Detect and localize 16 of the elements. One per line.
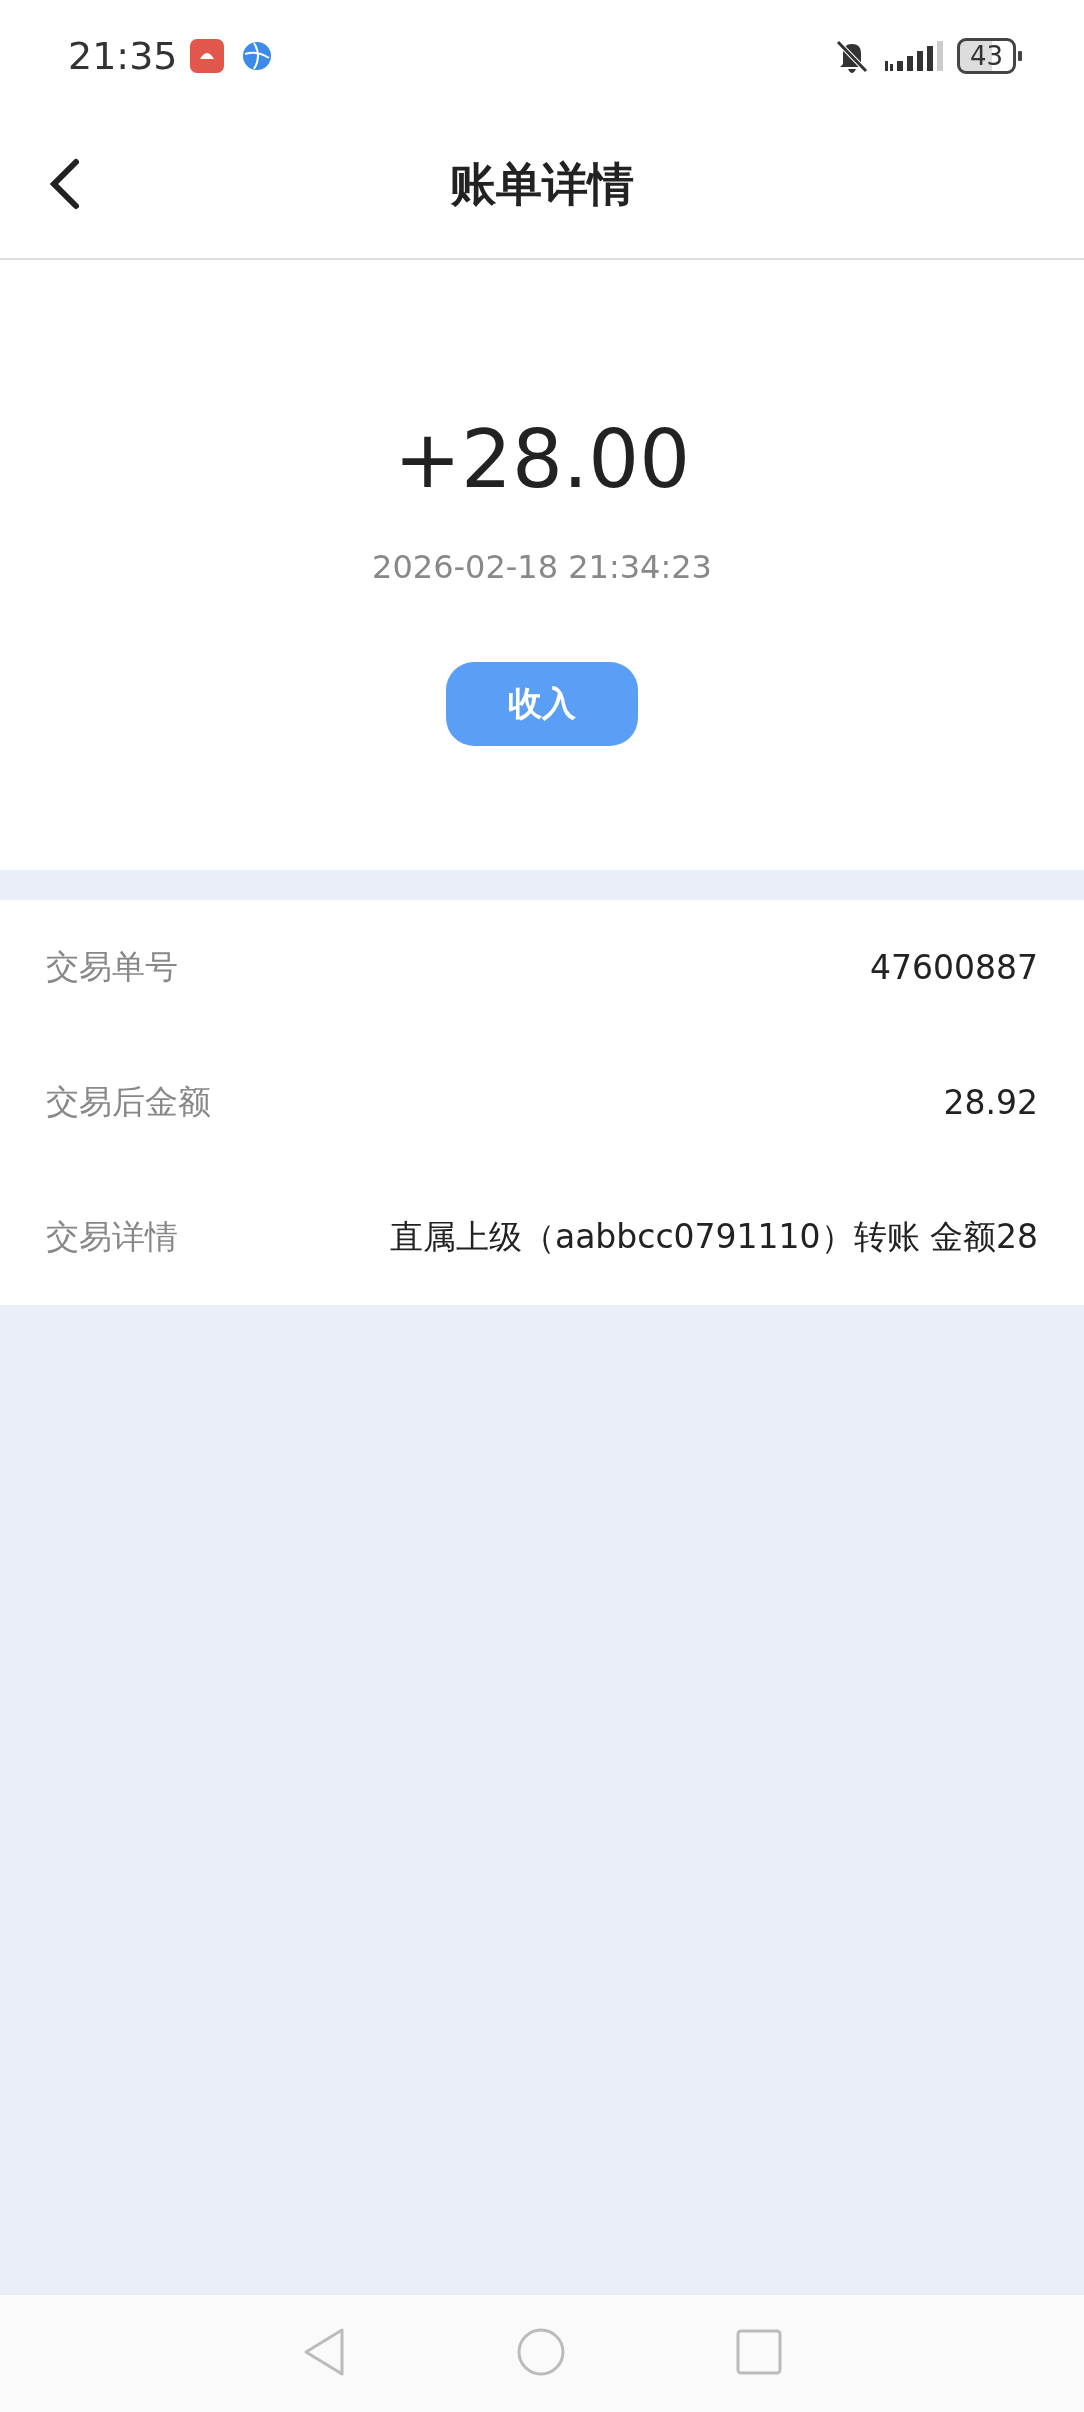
bell-muted-icon xyxy=(834,38,869,74)
detail-value: 直属上级（aabbcc0791110）转账 金额28 xyxy=(389,1216,1038,1258)
battery-indicator: 43 xyxy=(956,38,1016,74)
page-title: 账单详情 xyxy=(450,156,634,213)
transaction-datetime: 2026-02-18 21:34:23 xyxy=(372,548,712,586)
detail-label: 交易详情 xyxy=(46,1216,178,1258)
globe-icon xyxy=(241,41,272,71)
income-tag: 收入 xyxy=(446,662,638,746)
detail-value: 47600887 xyxy=(870,948,1038,987)
status-time: 21:35 xyxy=(68,34,178,78)
detail-label: 交易单号 xyxy=(46,946,178,988)
detail-label: 交易后金额 xyxy=(46,1081,211,1123)
amount: +28.00 xyxy=(393,420,691,500)
detail-value: 28.92 xyxy=(943,1083,1038,1122)
signal-icon xyxy=(882,39,945,73)
recents-nav-button[interactable] xyxy=(736,2329,782,2378)
